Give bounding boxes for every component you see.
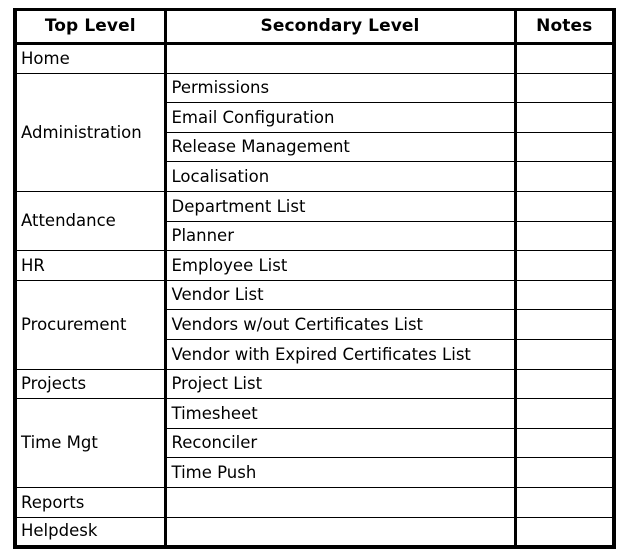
cell-secondary-level: Vendors w/out Certificates List	[163, 309, 517, 340]
cell-top-level: Procurement	[13, 280, 167, 370]
table-row: Procurement Vendor List	[13, 280, 616, 370]
cell-top-level: HR	[13, 250, 167, 281]
cell-top-level: Helpdesk	[13, 517, 167, 549]
table-row: Administration Permissions	[13, 73, 616, 192]
cell-secondary-level	[163, 487, 517, 518]
cell-notes	[513, 487, 616, 518]
cell-secondary-level: Project List	[163, 369, 517, 400]
navigation-structure-table: Top Level Secondary Level Notes Home Admi…	[13, 8, 616, 549]
cell-secondary-level: Time Push	[163, 457, 517, 488]
cell-notes	[513, 280, 616, 311]
table-header: Top Level Secondary Level Notes	[13, 8, 616, 45]
column-header-secondary-level: Secondary Level	[163, 8, 517, 45]
cell-notes	[513, 369, 616, 400]
cell-secondary-level: Permissions	[163, 73, 517, 104]
cell-notes	[513, 73, 616, 104]
cell-secondary-level: Timesheet	[163, 398, 517, 429]
cell-secondary-level: Vendor with Expired Certificates List	[163, 339, 517, 370]
cell-top-level: Projects	[13, 369, 167, 400]
column-header-notes: Notes	[513, 8, 616, 45]
cell-notes	[513, 398, 616, 429]
navigation-structure-table-container: Top Level Secondary Level Notes Home Admi…	[13, 8, 616, 549]
cell-top-level: Reports	[13, 487, 167, 518]
cell-top-level: Administration	[13, 73, 167, 192]
cell-notes	[513, 43, 616, 74]
cell-notes	[513, 102, 616, 133]
table-row: Projects Project List	[13, 369, 616, 400]
cell-secondary-level	[163, 517, 517, 549]
table-row: Time Mgt Timesheet	[13, 398, 616, 488]
cell-notes	[513, 250, 616, 281]
cell-secondary-level: Department List	[163, 191, 517, 222]
cell-top-level: Time Mgt	[13, 398, 167, 488]
column-header-top-level: Top Level	[13, 8, 167, 45]
cell-notes	[513, 309, 616, 340]
table-row: Home	[13, 43, 616, 74]
cell-secondary-level: Email Configuration	[163, 102, 517, 133]
table-row: Reports	[13, 487, 616, 518]
table-header-row: Top Level Secondary Level Notes	[13, 8, 616, 45]
table-row: HR Employee List	[13, 250, 616, 281]
cell-notes	[513, 339, 616, 370]
cell-notes	[513, 221, 616, 252]
cell-notes	[513, 161, 616, 192]
cell-top-level: Home	[13, 43, 167, 74]
cell-notes	[513, 457, 616, 488]
cell-secondary-level: Localisation	[163, 161, 517, 192]
table-row: Helpdesk	[13, 517, 616, 549]
cell-secondary-level: Planner	[163, 221, 517, 252]
cell-secondary-level	[163, 43, 517, 74]
cell-notes	[513, 517, 616, 549]
cell-top-level: Attendance	[13, 191, 167, 252]
cell-secondary-level: Vendor List	[163, 280, 517, 311]
cell-secondary-level: Release Management	[163, 132, 517, 163]
cell-notes	[513, 191, 616, 222]
cell-secondary-level: Employee List	[163, 250, 517, 281]
table-body: Home Administration Permissions Email Confi…	[13, 43, 616, 549]
cell-secondary-level: Reconciler	[163, 428, 517, 459]
table-row: Attendance Department List	[13, 191, 616, 252]
cell-notes	[513, 132, 616, 163]
cell-notes	[513, 428, 616, 459]
